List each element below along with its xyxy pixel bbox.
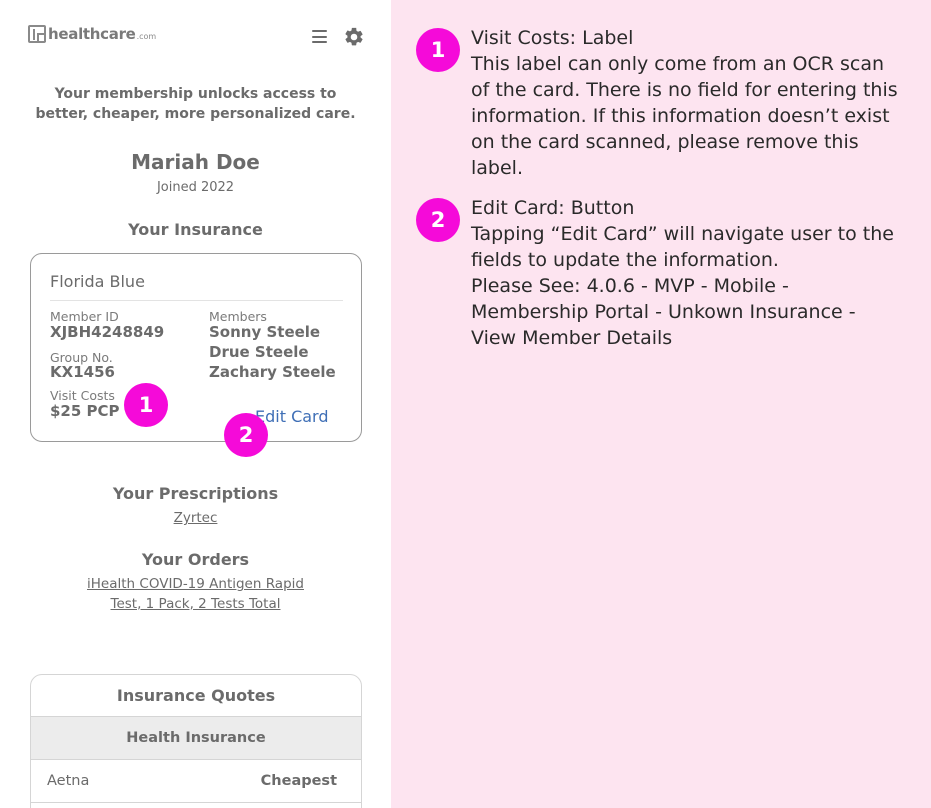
- quote-tag: Cheapest: [260, 773, 337, 789]
- logo-text: healthcare: [48, 25, 136, 43]
- visit-costs-value: $25 PCP: [50, 402, 120, 420]
- hamburger-menu-icon[interactable]: [312, 30, 327, 43]
- order-link[interactable]: Test, 1 Pack, 2 Tests Total: [0, 594, 391, 614]
- annotation-title: Visit Costs: Label: [471, 27, 634, 49]
- mobile-screen: healthcare .com Your membership unlocks …: [0, 0, 391, 808]
- annotations-panel: 1 Visit Costs: Label This label can only…: [391, 0, 931, 808]
- orders-section-title: Your Orders: [141, 550, 250, 569]
- healthcare-logo[interactable]: healthcare .com: [28, 25, 156, 43]
- insurance-quotes-card: Insurance Quotes Health Insurance Aetna …: [30, 674, 362, 808]
- quote-provider: Aetna: [47, 773, 90, 789]
- quotes-title: Insurance Quotes: [31, 675, 361, 717]
- annotation-body: Tapping “Edit Card” will navigate user t…: [471, 223, 894, 349]
- card-divider: [50, 300, 343, 301]
- member-id-value: XJBH4248849: [50, 323, 165, 341]
- annotation-title: Edit Card: Button: [471, 197, 635, 219]
- annotation-body: This label can only come from an OCR sca…: [471, 53, 904, 179]
- annotation-marker: 1: [124, 383, 168, 427]
- annotation-note: Edit Card: Button Tapping “Edit Card” wi…: [471, 195, 906, 351]
- member-name-item: Zachary Steele: [209, 363, 336, 381]
- logo-suffix: .com: [136, 31, 157, 41]
- member-name-item: Drue Steele: [209, 343, 309, 361]
- member-name: Mariah Doe: [131, 150, 260, 174]
- insurance-section-title: Your Insurance: [128, 220, 263, 239]
- annotation-marker: 2: [416, 198, 460, 242]
- quotes-category-header: Health Insurance: [31, 717, 361, 760]
- prescription-link[interactable]: Zyrtec: [0, 508, 391, 528]
- group-no-value: KX1456: [50, 363, 115, 381]
- quote-row[interactable]: Aetna Cheapest: [31, 760, 361, 803]
- membership-tagline: Your membership unlocks access to better…: [35, 86, 356, 122]
- annotation-note: Visit Costs: Label This label can only c…: [471, 25, 906, 181]
- annotation-marker: 2: [224, 413, 268, 457]
- insurance-card: Florida Blue Member ID XJBH4248849 Group…: [30, 253, 362, 442]
- order-link[interactable]: iHealth COVID-19 Antigen Rapid: [0, 574, 391, 594]
- member-name-item: Sonny Steele: [209, 323, 321, 341]
- insurance-carrier: Florida Blue: [50, 272, 145, 291]
- annotation-marker: 1: [416, 28, 460, 72]
- edit-card-button[interactable]: Edit Card: [255, 407, 329, 426]
- logo-mark-icon: [28, 25, 46, 43]
- gear-icon[interactable]: [343, 26, 365, 48]
- prescriptions-section-title: Your Prescriptions: [112, 484, 279, 503]
- joined-date: Joined 2022: [156, 180, 235, 195]
